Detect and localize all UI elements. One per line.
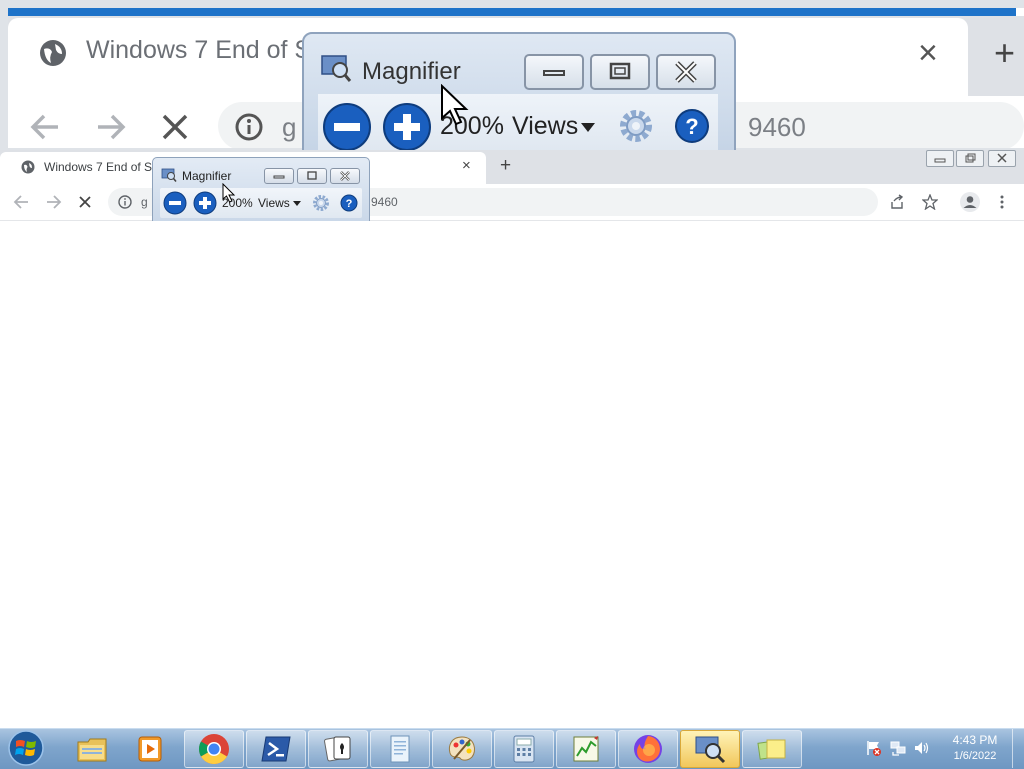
page-content — [0, 221, 1024, 728]
site-info-icon[interactable] — [118, 195, 132, 209]
window-frame-bar — [8, 8, 1016, 16]
media-player-icon — [134, 734, 166, 764]
chrome-icon — [198, 733, 230, 765]
magnifier-app-icon — [161, 167, 177, 183]
magnifier-title: Magnifier — [182, 169, 232, 183]
firefox-icon — [632, 733, 664, 765]
taskbar-magnifier[interactable] — [680, 730, 740, 768]
magnified-magnifier-title: Magnifier — [362, 58, 461, 85]
views-dropdown-icon[interactable] — [293, 201, 301, 207]
magnified-gear-icon — [618, 108, 654, 144]
magnified-views-dropdown-icon — [580, 122, 596, 134]
svg-text:?: ? — [346, 198, 353, 210]
tab-close-icon[interactable]: × — [462, 158, 471, 173]
window-controls — [926, 150, 1020, 167]
globe-icon — [38, 38, 68, 68]
svg-text:?: ? — [685, 114, 698, 139]
magnified-new-tab-icon: + — [994, 32, 1016, 73]
magnified-stop-icon — [160, 112, 190, 142]
magnified-forward-icon — [94, 110, 128, 144]
magnified-tab-close-icon: × — [918, 34, 938, 72]
magnifier-close-button[interactable] — [330, 168, 360, 184]
magnifier-window[interactable]: Magnifier 200% Views ? — [152, 157, 370, 225]
magnifier-icon — [694, 734, 726, 764]
zoom-out-button[interactable] — [163, 191, 187, 215]
start-button[interactable] — [6, 729, 46, 767]
profile-avatar-icon[interactable] — [960, 192, 980, 212]
taskbar-solitaire[interactable] — [308, 730, 368, 768]
taskbar-explorer[interactable] — [62, 730, 122, 768]
magnified-help-icon: ? — [674, 108, 710, 144]
magnified-close-button — [656, 54, 716, 90]
calculator-icon — [508, 734, 540, 764]
chart-icon — [570, 734, 602, 764]
taskbar-media[interactable] — [120, 730, 180, 768]
window-restore-button[interactable] — [956, 150, 984, 167]
forward-button[interactable] — [46, 194, 62, 210]
document-icon — [384, 734, 416, 764]
back-button[interactable] — [13, 194, 29, 210]
clock-time[interactable]: 4:43 PM — [948, 733, 1002, 747]
url-text-end: 9460 — [371, 195, 398, 209]
folder-icon — [76, 734, 108, 764]
zoom-in-button[interactable] — [193, 191, 217, 215]
magnifier-minimize-button[interactable] — [264, 168, 294, 184]
taskbar-notepad[interactable] — [370, 730, 430, 768]
magnified-zoom-out-icon — [322, 102, 372, 150]
gear-icon[interactable] — [312, 194, 330, 212]
network-icon[interactable] — [890, 740, 906, 756]
taskbar-chrome[interactable] — [184, 730, 244, 768]
globe-icon — [21, 160, 35, 174]
window-close-button[interactable] — [988, 150, 1016, 167]
magnified-minimize-button — [524, 54, 584, 90]
magnifier-maximize-button[interactable] — [297, 168, 327, 184]
url-text-start: g — [141, 195, 148, 209]
magnified-url-end: 9460 — [748, 112, 806, 142]
bookmark-star-icon[interactable] — [922, 194, 938, 210]
clock-date[interactable]: 1/6/2022 — [946, 750, 1004, 762]
palette-icon — [446, 734, 478, 764]
magnified-magnifier-app-icon — [320, 52, 352, 84]
kebab-menu-icon[interactable] — [995, 194, 1009, 210]
taskbar-paint[interactable] — [432, 730, 492, 768]
new-tab-button[interactable]: + — [500, 156, 511, 175]
cards-icon — [322, 734, 354, 764]
powershell-icon — [260, 734, 292, 764]
show-desktop-button[interactable] — [1012, 729, 1024, 768]
taskbar-calculator[interactable] — [494, 730, 554, 768]
magnified-info-icon — [234, 112, 264, 142]
magnified-tab-title: Windows 7 End of Su — [86, 36, 326, 64]
magnifier-lens-view: Windows 7 End of Su × + g 9460 Magnifier — [0, 0, 1024, 150]
taskbar-powershell[interactable] — [246, 730, 306, 768]
stop-loading-button[interactable] — [78, 195, 92, 209]
magnified-views-menu: Views — [512, 112, 579, 140]
share-icon[interactable] — [889, 194, 905, 210]
mouse-cursor-icon — [222, 183, 236, 203]
magnified-zoom-in-icon — [382, 102, 432, 150]
magnified-back-icon — [28, 110, 62, 144]
taskbar-sticky-notes[interactable] — [742, 730, 802, 768]
action-center-flag-icon[interactable] — [866, 740, 882, 756]
help-icon[interactable]: ? — [340, 194, 358, 212]
magnified-magnifier-window: Magnifier 200% Views ? — [302, 32, 736, 150]
taskbar-monitor[interactable] — [556, 730, 616, 768]
taskbar-firefox[interactable] — [618, 730, 678, 768]
volume-icon[interactable] — [914, 740, 930, 756]
magnified-maximize-button — [590, 54, 650, 90]
magnified-cursor-icon — [440, 84, 470, 126]
magnified-url-start: g — [282, 112, 297, 142]
window-minimize-button[interactable] — [926, 150, 954, 167]
tab-title: Windows 7 End of S — [44, 160, 153, 174]
sticky-notes-icon — [756, 734, 788, 764]
views-menu-button[interactable]: Views — [258, 196, 290, 210]
